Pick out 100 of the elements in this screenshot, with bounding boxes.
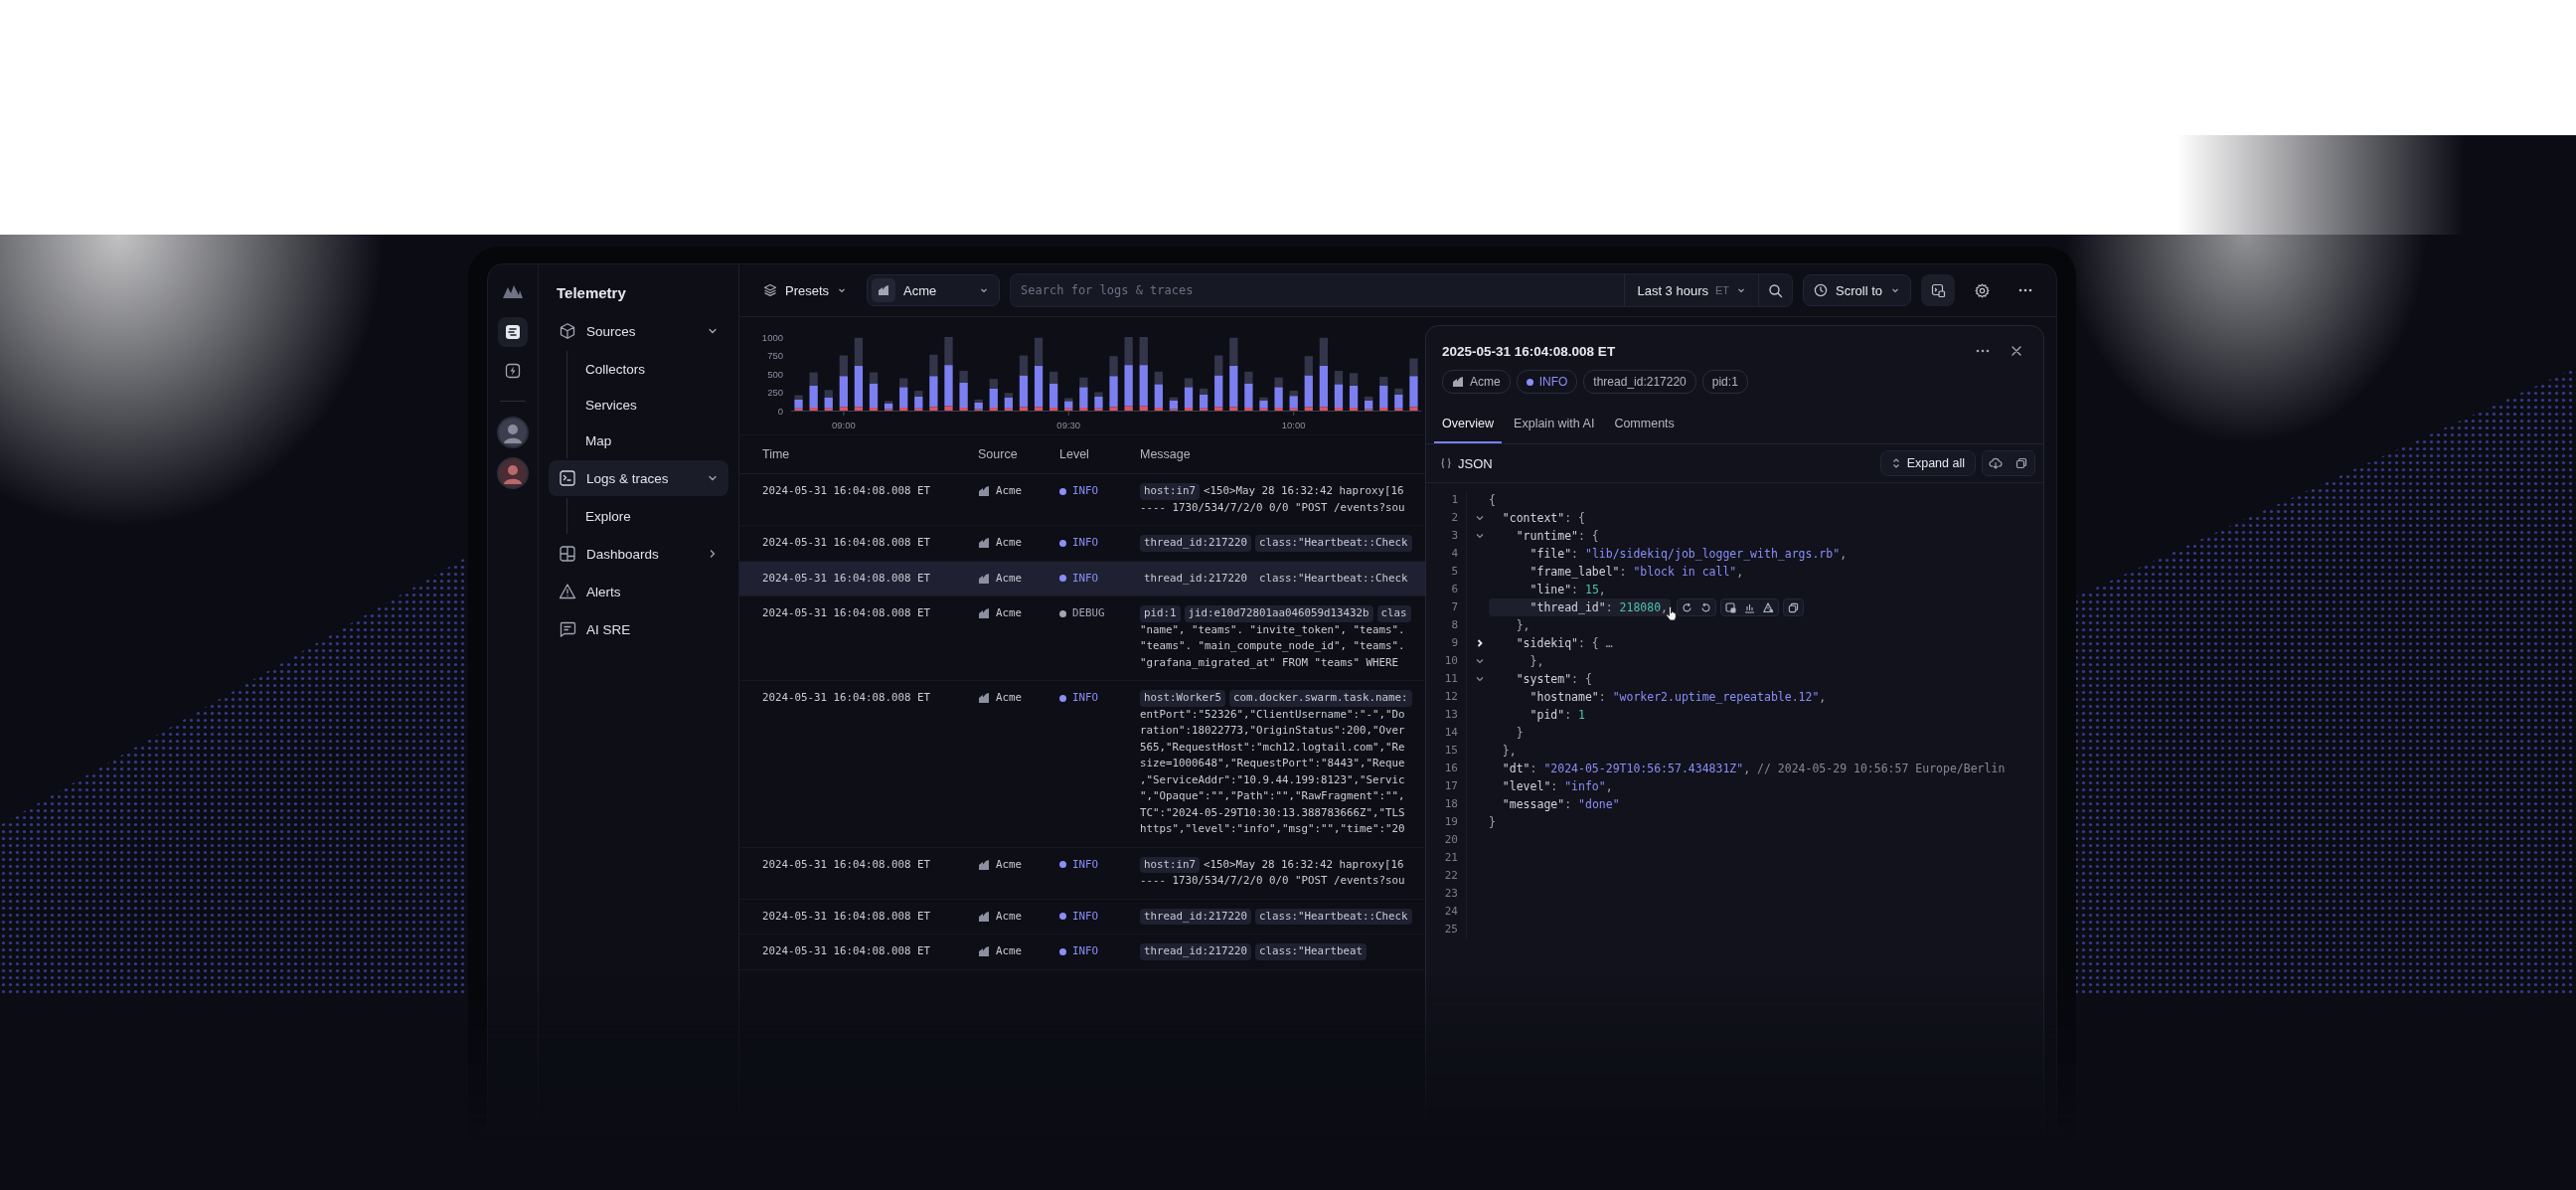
line-number: 13 — [1444, 707, 1458, 723]
message-line: TC":"2024-05-29T10:30:13.388783666Z","TLS — [1140, 804, 1406, 821]
source-label: Acme — [996, 605, 1022, 621]
code-line: "runtime": { — [1515, 528, 1599, 545]
line-number: 2 — [1451, 510, 1458, 526]
source-label: Acme — [996, 570, 1022, 587]
message-line: "grafana_migrated_at" FROM "teams" WHERE — [1140, 654, 1399, 671]
level-label: INFO — [1072, 908, 1098, 925]
line-number: 23 — [1444, 886, 1458, 902]
code-line: } — [1489, 814, 1496, 831]
section-title: JSON — [1458, 455, 1493, 471]
code-line: "file": "lib/sidekiq/job_logger_with_args.rb", — [1529, 546, 1848, 563]
source-label: Acme — [996, 535, 1022, 551]
message-line: ---- 1730/534/7/2/0 0/0 "POST /events?sou — [1140, 499, 1406, 516]
line-number: 9 — [1451, 635, 1458, 651]
line-number: 11 — [1444, 671, 1458, 687]
tag-chip: class:"Heartbeat::Check — [1255, 535, 1412, 552]
code-line: }, — [1515, 617, 1530, 634]
tag-chip: thread_id:217220 — [1140, 908, 1251, 925]
line-number: 6 — [1451, 582, 1458, 597]
source-label: Acme — [996, 943, 1022, 959]
tag-chip: com.docker.swarm.task.name: — [1229, 690, 1412, 707]
code-line: "pid": 1 — [1529, 707, 1585, 724]
message-text: <150>May 28 16:32:42 haproxy[16 — [1204, 856, 1404, 873]
message-line: "teams". "main_compute_node_id", "teams". — [1140, 638, 1406, 654]
line-number: 1 — [1451, 492, 1458, 508]
code-line: "frame_label": "block in call", — [1529, 564, 1744, 581]
time-cell-text: 2024-05-31 16:04:08.008 ET — [762, 535, 931, 551]
message-line: ","Opaque":"","Path":"","RawFragment":"", — [1140, 788, 1406, 804]
line-number: 8 — [1451, 617, 1458, 633]
line-number: 14 — [1444, 725, 1458, 741]
source-label: Acme — [996, 856, 1022, 873]
column-header: Level — [1059, 447, 1090, 461]
code-line: { — [1489, 492, 1496, 509]
code-line: "line": 15, — [1529, 582, 1606, 598]
line-number: 5 — [1451, 564, 1458, 580]
line-number: 21 — [1444, 850, 1458, 866]
code-line: "message": "done" — [1501, 796, 1620, 813]
line-number: 24 — [1444, 904, 1458, 920]
chip-label: Acme — [1470, 375, 1501, 389]
chip-label: pid:1 — [1711, 375, 1738, 389]
line-number: 12 — [1444, 689, 1458, 705]
line-number: 18 — [1444, 796, 1458, 812]
line-number: 7 — [1451, 599, 1458, 615]
source-label: Acme — [996, 690, 1022, 706]
level-label: DEBUG — [1072, 605, 1105, 621]
code-line: "level": "info", — [1501, 778, 1613, 795]
source-label: Acme — [996, 908, 1022, 925]
line-number: 3 — [1451, 528, 1458, 544]
code-line: } — [1515, 725, 1524, 742]
axis-label: 09:30 — [1056, 420, 1081, 430]
code-line: "hostname": "worker2.uptime_repeatable.12", — [1529, 689, 1827, 706]
message-line: "name", "teams". "invite_token", "teams". — [1140, 621, 1406, 638]
line-number: 16 — [1444, 761, 1458, 776]
code-line: "context": { — [1501, 510, 1585, 527]
tag-chip: host:in7 — [1140, 856, 1200, 873]
tag-chip: clas — [1376, 605, 1411, 622]
source-label: Acme — [996, 483, 1022, 499]
app-title: Telemetry — [556, 284, 627, 303]
axis-label: 09:00 — [831, 420, 856, 430]
line-number: 4 — [1451, 546, 1458, 562]
line-number: 19 — [1444, 814, 1458, 830]
time-cell-text: 2024-05-31 16:04:08.008 ET — [762, 943, 931, 959]
time-cell-text: 2024-05-31 16:04:08.008 ET — [762, 483, 931, 499]
message-line: entPort":"52326","ClientUsername":"-","Do — [1140, 706, 1406, 723]
chip-label: INFO — [1538, 375, 1568, 389]
line-number: 10 — [1444, 653, 1458, 669]
column-header: Time — [762, 447, 791, 461]
tag-chip: thread_id:217220 — [1140, 943, 1251, 960]
axis-label: 750 — [767, 350, 783, 361]
time-cell-text: 2024-05-31 16:04:08.008 ET — [762, 605, 931, 621]
axis-label: 10:00 — [1281, 420, 1306, 430]
time-cell-text: 2024-05-31 16:04:08.008 ET — [762, 690, 931, 706]
time-cell-text: 2024-05-31 16:04:08.008 ET — [762, 908, 931, 925]
level-label: INFO — [1072, 856, 1098, 873]
line-number: 22 — [1444, 868, 1458, 884]
tag-chip: class:"Heartbeat::Check — [1255, 908, 1412, 925]
message-line: ,"ServiceAddr":"10.9.44.199:8123","Servic — [1140, 771, 1406, 788]
tag-chip: thread_id:217220 — [1140, 535, 1251, 552]
level-label: INFO — [1072, 570, 1098, 587]
code-line: "system": { — [1515, 671, 1592, 688]
message-line: https","level":"info","msg":"","time":"20 — [1140, 821, 1406, 837]
message-line: ration":18022773,"OriginStatus":200,"Over — [1140, 723, 1406, 739]
message-line: ---- 1730/534/7/2/0 0/0 "POST /events?sou — [1140, 873, 1406, 889]
time-cell-text: 2024-05-31 16:04:08.008 ET — [762, 570, 931, 587]
tag-chip: host:in7 — [1140, 483, 1200, 500]
line-number: 17 — [1444, 778, 1458, 794]
tag-chip: class:"Heartbeat — [1255, 943, 1368, 960]
code-line: "dt": "2024-05-29T10:56:57.434831Z", // 2024-05-29 10:56:57 Europe/Berlin — [1501, 761, 2006, 777]
message-line: 565,"RequestHost":"mch12.logtail.com","Re — [1140, 739, 1406, 756]
message-text: <150>May 28 16:32:42 haproxy[16 — [1204, 483, 1404, 499]
axis-label: 500 — [767, 368, 783, 380]
axis-label: 0 — [777, 405, 783, 417]
column-header: Message — [1140, 447, 1192, 461]
tag-chip: host:Worker5 — [1140, 690, 1225, 707]
panel-title: 2025-05-31 16:04:08.008 ET — [1442, 343, 1617, 359]
line-number: 20 — [1444, 832, 1458, 848]
axis-label: 250 — [767, 387, 783, 398]
code-line: "sidekiq": { … — [1515, 635, 1613, 652]
tag-chip: jid:e10d72801aa046059d13432b — [1184, 605, 1373, 622]
